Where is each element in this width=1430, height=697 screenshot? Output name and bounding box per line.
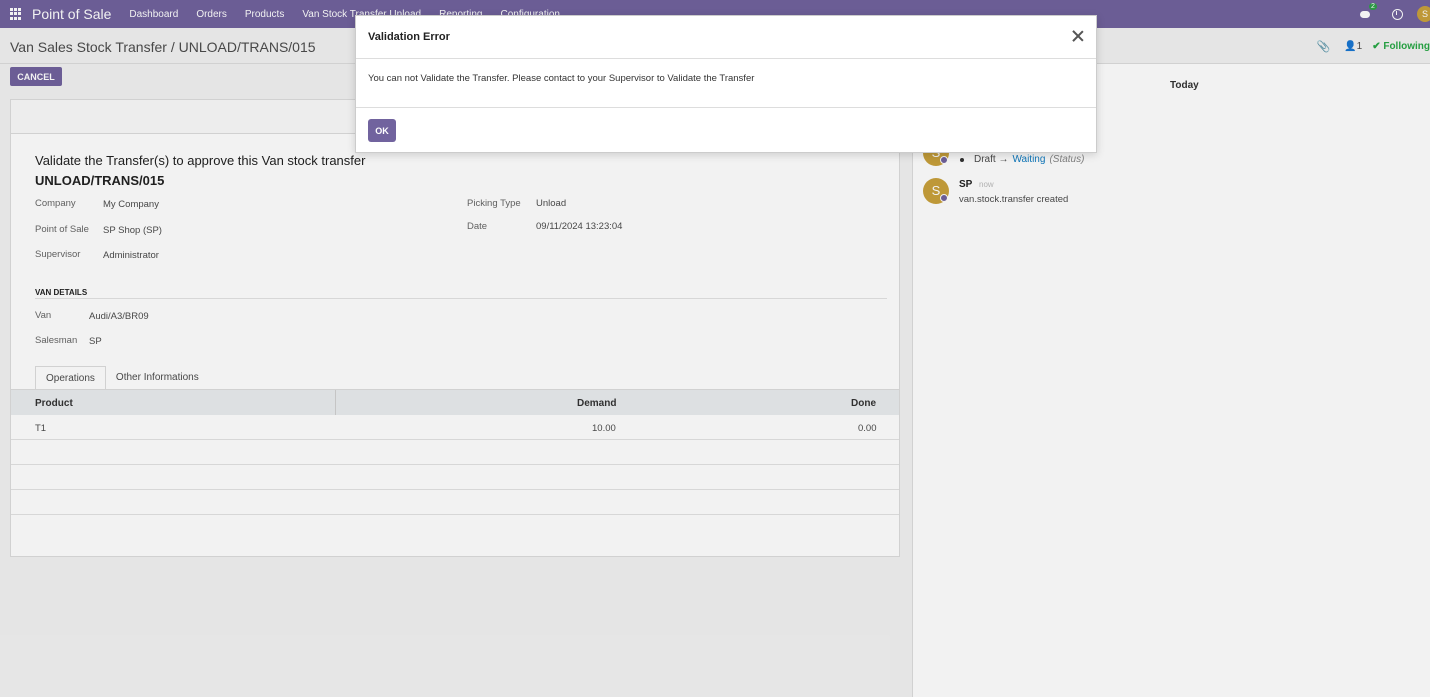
- modal-footer-divider: [356, 107, 1096, 108]
- close-icon[interactable]: [1072, 30, 1084, 42]
- validation-error-dialog: Validation Error You can not Validate th…: [355, 15, 1097, 153]
- modal-message: You can not Validate the Transfer. Pleas…: [368, 73, 755, 84]
- modal-title: Validation Error: [368, 31, 450, 43]
- modal-header: Validation Error: [356, 16, 1096, 59]
- ok-button[interactable]: OK: [368, 119, 396, 142]
